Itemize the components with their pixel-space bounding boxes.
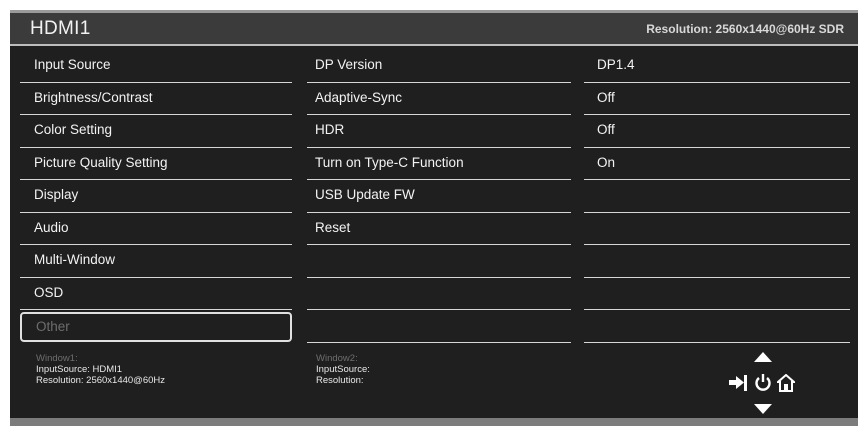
menu-item-color-setting[interactable]: Color Setting	[20, 115, 292, 148]
exit-icon[interactable]	[729, 374, 749, 392]
submenu-item-empty	[307, 278, 571, 310]
value-column: DP1.4 Off Off On	[584, 50, 850, 343]
menu-item-input-source[interactable]: Input Source	[20, 50, 292, 83]
value-empty	[584, 245, 850, 278]
value-dp-version[interactable]: DP1.4	[584, 50, 850, 83]
up-arrow-icon[interactable]	[754, 352, 772, 362]
window1-resolution: Resolution: 2560x1440@60Hz	[36, 375, 166, 386]
submenu-item-dp-version[interactable]: DP Version	[307, 50, 571, 83]
main-menu: Input Source Brightness/Contrast Color S…	[20, 50, 292, 342]
osd-menu: HDMI1 Resolution: 2560x1440@60Hz SDR Inp…	[10, 10, 858, 426]
menu-item-multi-window[interactable]: Multi-Window	[20, 245, 292, 278]
window1-input-source: InputSource: HDMI1	[36, 364, 123, 375]
menu-item-osd[interactable]: OSD	[20, 278, 292, 310]
navigation-keys	[724, 350, 795, 420]
menu-item-brightness-contrast[interactable]: Brightness/Contrast	[20, 83, 292, 115]
home-icon[interactable]	[777, 374, 795, 392]
window2-resolution: Resolution:	[316, 375, 364, 386]
submenu-item-adaptive-sync[interactable]: Adaptive-Sync	[307, 83, 571, 115]
value-hdr[interactable]: Off	[584, 115, 850, 148]
sub-menu: DP Version Adaptive-Sync HDR Turn on Typ…	[307, 50, 571, 343]
menu-item-audio[interactable]: Audio	[20, 213, 292, 245]
submenu-item-hdr[interactable]: HDR	[307, 115, 571, 148]
value-empty	[584, 310, 850, 343]
osd-header: HDMI1 Resolution: 2560x1440@60Hz SDR	[10, 13, 858, 46]
submenu-item-type-c-function[interactable]: Turn on Type-C Function	[307, 148, 571, 180]
value-empty	[584, 213, 850, 245]
menu-item-other[interactable]: Other	[20, 312, 292, 342]
window2-input-source: InputSource:	[316, 364, 370, 375]
window2-info: Window2: InputSource: Resolution:	[316, 353, 370, 386]
resolution-status: Resolution: 2560x1440@60Hz SDR	[646, 22, 844, 36]
value-adaptive-sync[interactable]: Off	[584, 83, 850, 115]
submenu-item-usb-update-fw[interactable]: USB Update FW	[307, 180, 571, 213]
window1-info: Window1: InputSource: HDMI1 Resolution: …	[36, 353, 165, 386]
value-type-c-function[interactable]: On	[584, 148, 850, 180]
submenu-item-reset[interactable]: Reset	[307, 213, 571, 245]
power-icon[interactable]	[754, 373, 772, 392]
window2-title: Window2:	[316, 353, 358, 364]
submenu-item-empty	[307, 310, 571, 343]
value-empty	[584, 278, 850, 310]
menu-item-picture-quality[interactable]: Picture Quality Setting	[20, 148, 292, 180]
submenu-item-empty	[307, 245, 571, 278]
input-title: HDMI1	[30, 18, 91, 39]
window1-title: Window1:	[36, 353, 78, 364]
down-arrow-icon[interactable]	[754, 404, 772, 414]
menu-item-display[interactable]: Display	[20, 180, 292, 213]
value-empty	[584, 180, 850, 213]
